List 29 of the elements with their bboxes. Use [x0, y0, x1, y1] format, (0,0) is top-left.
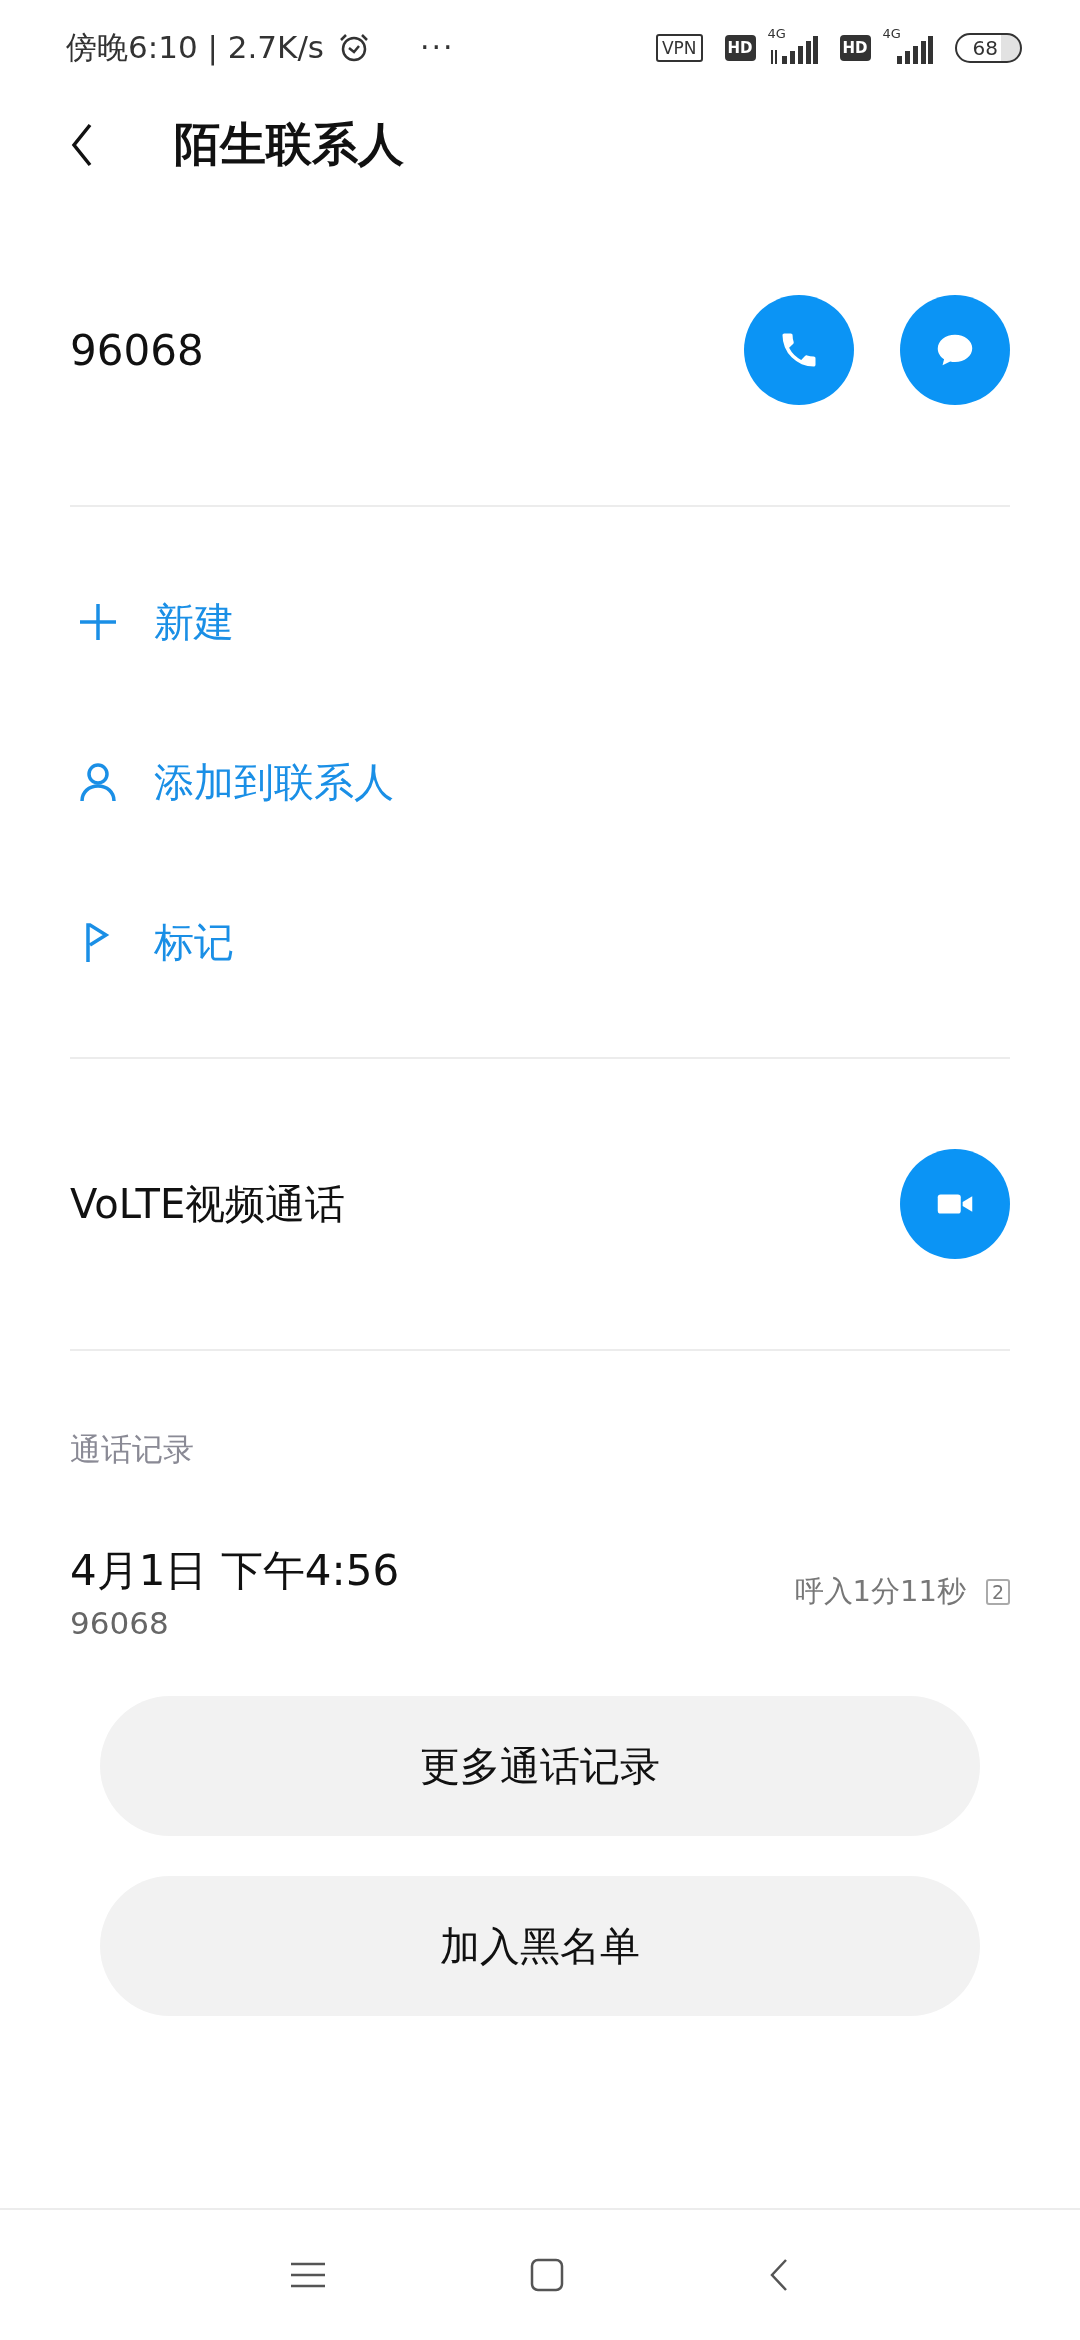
- action-button[interactable]: 加入黑名单: [100, 1876, 980, 2016]
- person-icon: [78, 762, 118, 802]
- alarm-clock-icon: [338, 31, 370, 64]
- network-type: 4G: [882, 25, 901, 41]
- phone-number: 96068: [70, 325, 204, 375]
- action-button[interactable]: 更多通话记录: [100, 1696, 980, 1836]
- page-title: 陌生联系人: [174, 116, 404, 173]
- back-button[interactable]: [70, 123, 94, 167]
- action-item[interactable]: 标记: [0, 862, 1080, 1022]
- call-datetime: 4月1日 下午4:56: [70, 1545, 400, 1597]
- home-icon[interactable]: [530, 2258, 564, 2292]
- sim-badge: 2: [985, 1579, 1010, 1605]
- section-heading: 通话记录: [69, 1430, 195, 1469]
- network-type: 4G: [767, 25, 786, 41]
- video-call-label: VoLTE视频通话: [70, 1179, 346, 1229]
- battery-indicator: 68: [954, 32, 1022, 63]
- hd-badge: HD: [839, 34, 871, 61]
- menu-icon[interactable]: [291, 2261, 325, 2289]
- more-indicator: ···: [420, 30, 455, 65]
- action-item[interactable]: 添加到联系人: [0, 702, 1080, 862]
- status-time: 傍晚6:10 | 2.7K/s: [66, 27, 324, 68]
- action-item[interactable]: 新建: [0, 542, 1080, 702]
- back-icon[interactable]: [769, 2258, 789, 2292]
- vpn-badge: VPN: [655, 33, 703, 62]
- back-icon: [70, 123, 94, 167]
- call-number: 96068: [70, 1605, 170, 1641]
- hd-badge: HD: [724, 34, 756, 61]
- call-detail: 呼入1分11秒: [794, 1573, 966, 1610]
- plus-icon: [78, 602, 118, 642]
